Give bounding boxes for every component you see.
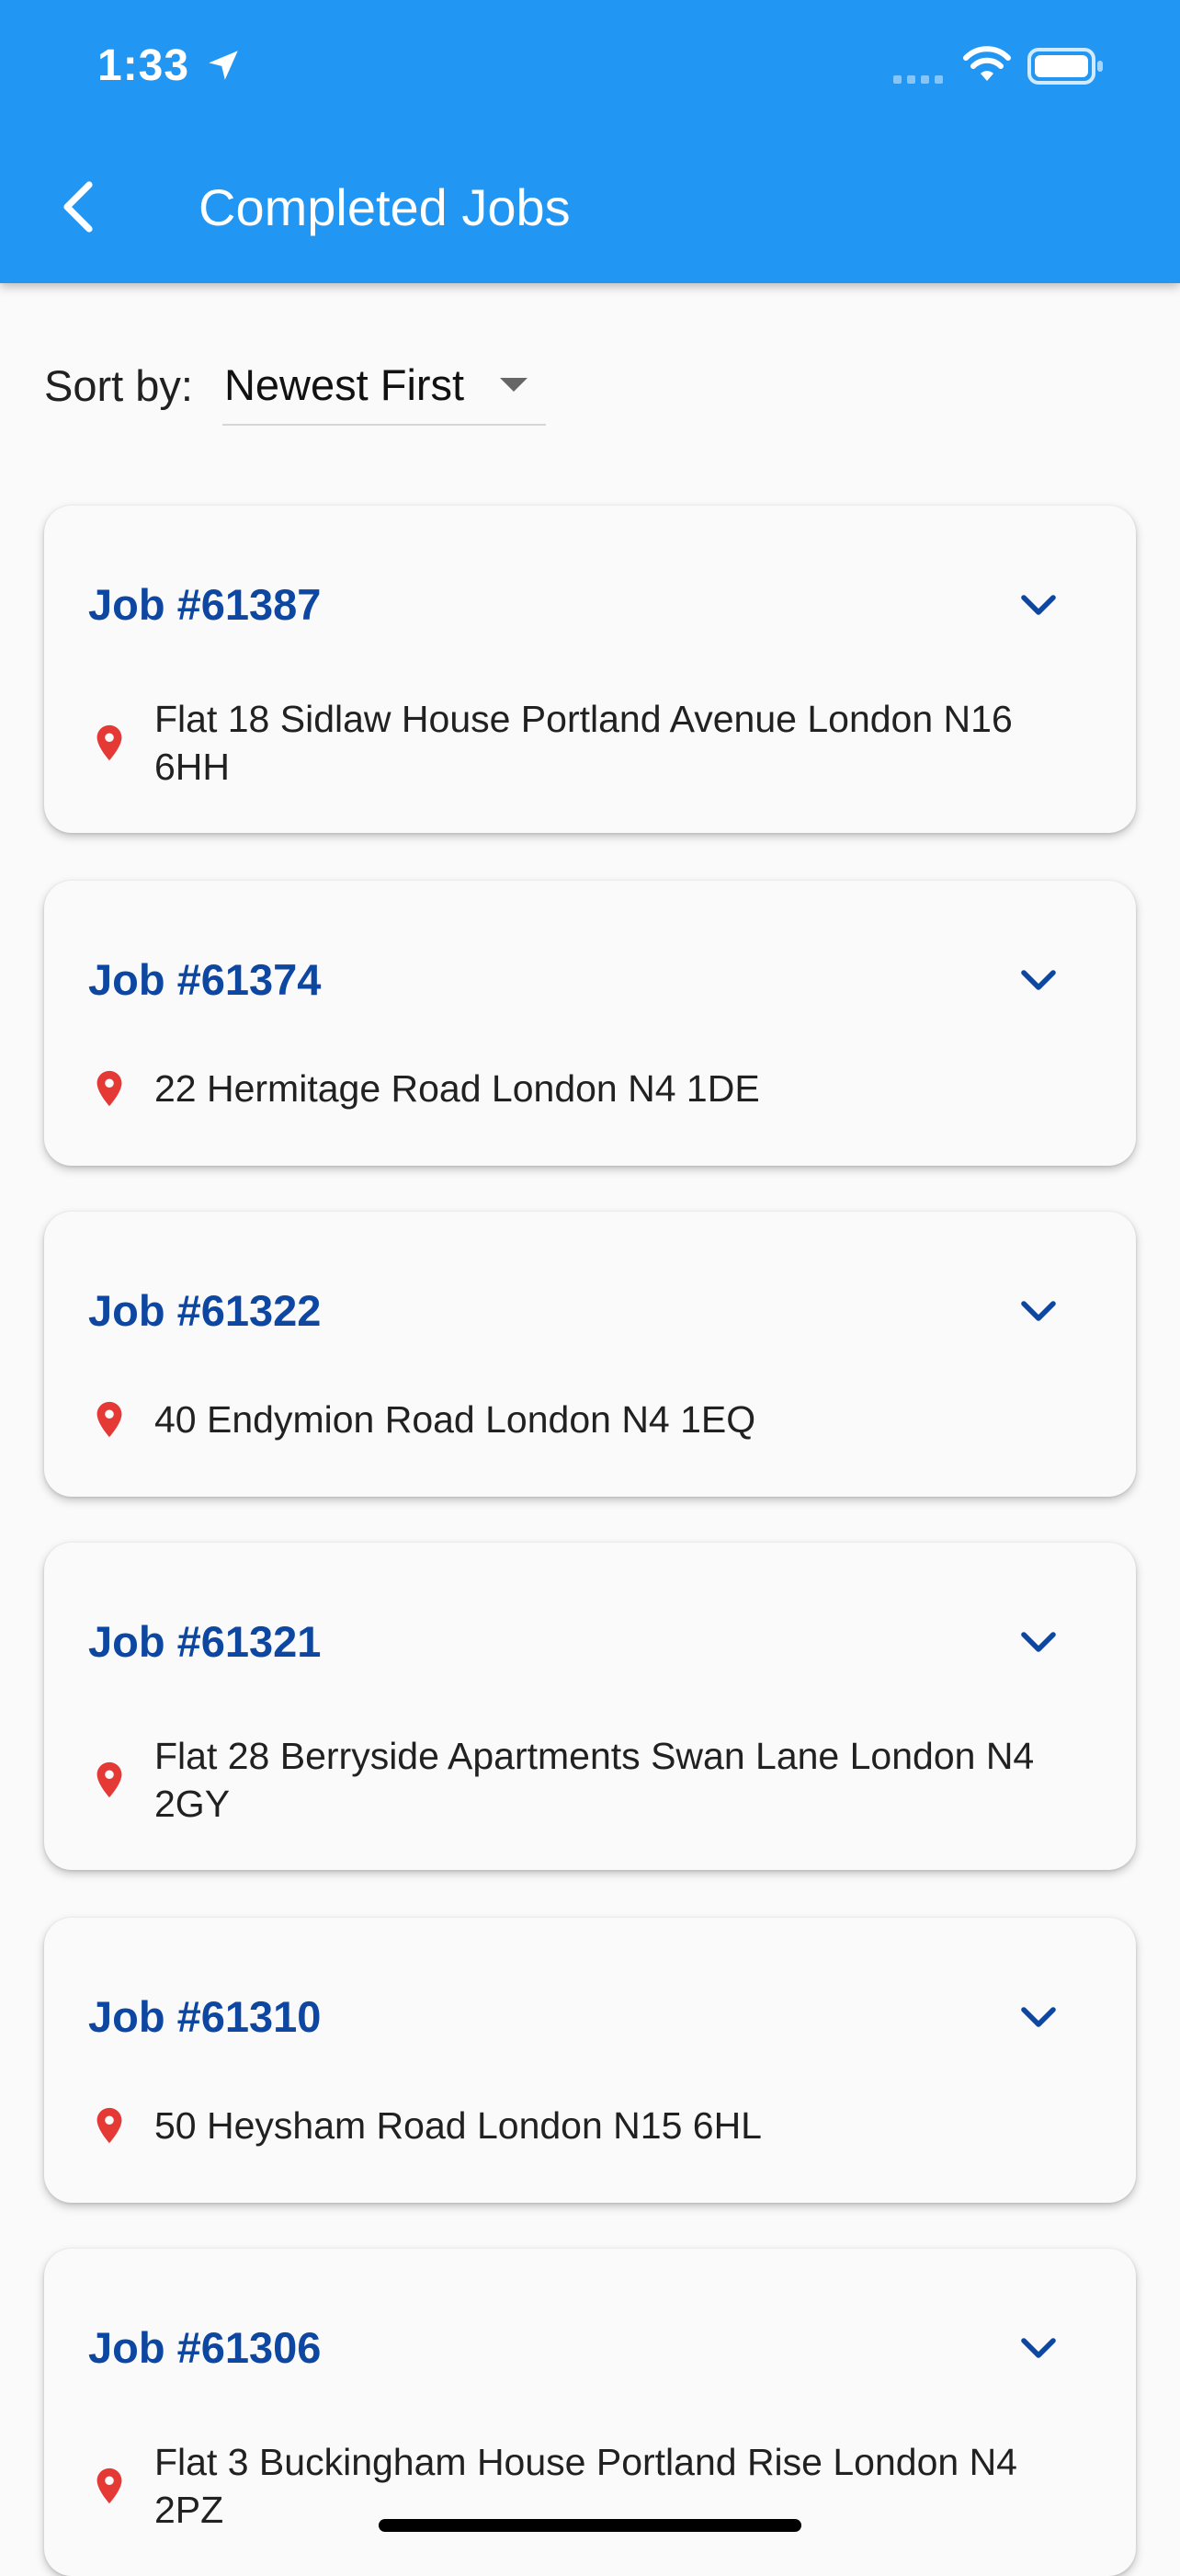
app-bar: 1:33 Completed Jobs <box>0 0 1180 283</box>
sort-row: Sort by: Newest First <box>44 347 546 426</box>
job-address-row: Flat 18 Sidlaw House Portland Avenue Lon… <box>88 695 1081 791</box>
job-title: Job #61321 <box>88 1617 322 1666</box>
job-address: Flat 28 Berryside Apartments Swan Lane L… <box>154 1735 1035 1825</box>
job-card[interactable]: Job #61322 40 Endymion Road London N4 1E… <box>44 1212 1136 1497</box>
job-card[interactable]: Job #61374 22 Hermitage Road London N4 1… <box>44 881 1136 1166</box>
chevron-down-icon[interactable] <box>1018 962 1059 998</box>
home-indicator[interactable] <box>379 2519 801 2532</box>
job-title: Job #61387 <box>88 580 322 629</box>
location-pin-icon <box>96 724 122 761</box>
chevron-down-icon[interactable] <box>1018 2330 1059 2366</box>
job-card[interactable]: Job #61387 Flat 18 Sidlaw House Portland… <box>44 506 1136 833</box>
job-title: Job #61310 <box>88 1992 322 2041</box>
job-title: Job #61322 <box>88 1286 322 1335</box>
chevron-down-icon[interactable] <box>1018 587 1059 623</box>
job-address-row: 22 Hermitage Road London N4 1DE <box>88 1065 1081 1112</box>
location-pin-icon <box>96 2468 122 2504</box>
chevron-down-icon[interactable] <box>1018 1293 1059 1329</box>
cellular-signal-icon <box>893 75 943 84</box>
job-address: 40 Endymion Road London N4 1EQ <box>154 1398 756 1441</box>
sort-label: Sort by: <box>44 361 193 410</box>
job-card[interactable]: Job #61321 Flat 28 Berryside Apartments … <box>44 1543 1136 1870</box>
job-card[interactable]: Job #61310 50 Heysham Road London N15 6H… <box>44 1918 1136 2203</box>
page-title: Completed Jobs <box>199 178 571 236</box>
dropdown-arrow-icon <box>499 378 528 392</box>
sort-selected-value: Newest First <box>223 360 465 409</box>
location-arrow-icon <box>209 51 238 80</box>
job-address: 22 Hermitage Road London N4 1DE <box>154 1067 760 1110</box>
job-address-row: 40 Endymion Road London N4 1EQ <box>88 1396 1081 1443</box>
job-address: Flat 18 Sidlaw House Portland Avenue Lon… <box>154 698 1013 788</box>
job-address: 50 Heysham Road London N15 6HL <box>154 2104 762 2147</box>
job-address-row: 50 Heysham Road London N15 6HL <box>88 2102 1081 2149</box>
location-pin-icon <box>96 1070 122 1107</box>
wifi-icon <box>963 46 1011 81</box>
location-pin-icon <box>96 2107 122 2144</box>
chevron-down-icon[interactable] <box>1018 1624 1059 1660</box>
status-time: 1:33 <box>97 41 190 90</box>
chevron-down-icon[interactable] <box>1018 1999 1059 2035</box>
location-pin-icon <box>96 1761 122 1798</box>
job-address-row: Flat 28 Berryside Apartments Swan Lane L… <box>88 1732 1081 1828</box>
job-title: Job #61306 <box>88 2323 322 2372</box>
battery-icon <box>1027 48 1103 85</box>
chevron-left-icon <box>63 181 93 233</box>
job-title: Job #61374 <box>88 955 322 1004</box>
sort-dropdown[interactable]: Newest First <box>221 347 546 426</box>
location-pin-icon <box>96 1401 122 1438</box>
back-button[interactable] <box>46 165 110 248</box>
